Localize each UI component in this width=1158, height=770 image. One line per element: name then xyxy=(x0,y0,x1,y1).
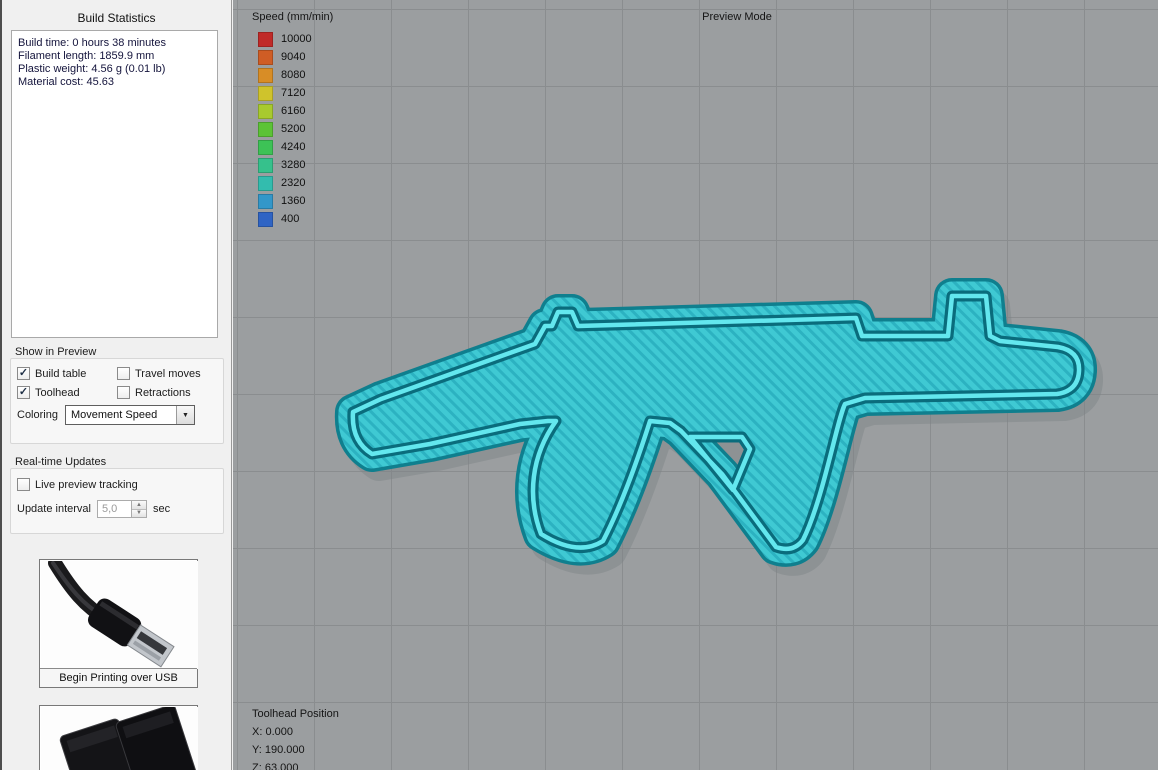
legend-value: 5200 xyxy=(281,123,306,135)
usb-cable-image xyxy=(41,561,198,669)
toolhead-x: X: 0.000 xyxy=(252,726,293,738)
legend-row: 4240 xyxy=(258,138,312,156)
legend-value: 10000 xyxy=(281,33,312,45)
printed-model-ak47-cookie-cutter xyxy=(334,278,1103,576)
legend-color-swatch xyxy=(258,157,273,173)
toolhead-z: Z: 63.000 xyxy=(252,762,299,770)
checkbox-label: Live preview tracking xyxy=(35,478,138,491)
legend-value: 4240 xyxy=(281,141,306,153)
stat-line: Plastic weight: 4.56 g (0.01 lb) xyxy=(18,63,166,75)
speed-legend-rows: 10000 9040 8080 7120 6160 5200 4240 3280 2320 136… xyxy=(258,30,312,228)
legend-color-swatch xyxy=(258,139,273,155)
legend-value: 6160 xyxy=(281,105,306,117)
update-interval-row: Update interval 5,0 ▲ ▼ sec xyxy=(17,500,219,518)
legend-row: 10000 xyxy=(258,30,312,48)
preview-checkbox-grid: Build table Travel moves Toolhead Retractio… xyxy=(17,367,219,399)
legend-row: 1360 xyxy=(258,192,312,210)
realtime-updates-group: Live preview tracking Update interval 5,… xyxy=(10,468,224,534)
preview-mode-label: Preview Mode xyxy=(702,11,772,23)
legend-row: 9040 xyxy=(258,48,312,66)
stat-line: Material cost: 45.63 xyxy=(18,76,114,88)
checkbox-box[interactable] xyxy=(117,367,130,380)
3d-preview-viewport[interactable]: Speed (mm/min) Preview Mode 10000 9040 808… xyxy=(233,0,1158,770)
usb-button-caption[interactable]: Begin Printing over USB xyxy=(40,668,197,687)
coloring-dropdown-value: Movement Speed xyxy=(70,409,158,421)
checkbox-label: Retractions xyxy=(135,386,191,399)
coloring-dropdown[interactable]: Movement Speed ▼ xyxy=(64,405,195,425)
legend-color-swatch xyxy=(258,31,273,47)
spinner-up-icon[interactable]: ▲ xyxy=(132,501,146,510)
app-window: Build Statistics Build time: 0 hours 38 … xyxy=(0,0,1158,770)
checkbox-travel-moves[interactable]: Travel moves xyxy=(117,367,219,380)
legend-value: 1360 xyxy=(281,195,306,207)
checkbox-box[interactable] xyxy=(17,367,30,380)
legend-color-swatch xyxy=(258,121,273,137)
checkbox-label: Toolhead xyxy=(35,386,80,399)
show-in-preview-group: Build table Travel moves Toolhead Retractio… xyxy=(10,358,224,444)
update-interval-spinner[interactable]: 5,0 ▲ ▼ xyxy=(97,500,147,518)
spinner-down-icon[interactable]: ▼ xyxy=(132,509,146,517)
legend-row: 400 xyxy=(258,210,312,228)
legend-row: 5200 xyxy=(258,120,312,138)
toolhead-position-title: Toolhead Position xyxy=(252,708,339,720)
checkbox-box[interactable] xyxy=(17,478,30,491)
build-stats-box: Build time: 0 hours 38 minutes Filament l… xyxy=(11,30,218,338)
legend-row: 3280 xyxy=(258,156,312,174)
checkbox-label: Build table xyxy=(35,367,87,380)
legend-value: 3280 xyxy=(281,159,306,171)
coloring-row: Coloring Movement Speed ▼ xyxy=(17,405,219,425)
checkbox-box[interactable] xyxy=(117,386,130,399)
checkbox-live-preview-tracking[interactable]: Live preview tracking xyxy=(17,478,219,491)
live-preview-checkbox-slot: Live preview tracking xyxy=(17,478,219,491)
update-interval-value[interactable]: 5,0 xyxy=(98,501,131,517)
legend-color-swatch xyxy=(258,211,273,227)
sd-cards-image xyxy=(41,707,198,770)
spinner-buttons: ▲ ▼ xyxy=(131,501,146,517)
update-interval-unit: sec xyxy=(153,503,171,515)
legend-value: 7120 xyxy=(281,87,306,99)
legend-row: 2320 xyxy=(258,174,312,192)
legend-row: 7120 xyxy=(258,84,312,102)
legend-value: 8080 xyxy=(281,69,306,81)
toolhead-position-readout: Toolhead Position X: 0.000 Y: 190.000 Z:… xyxy=(252,705,339,770)
update-interval-label: Update interval xyxy=(17,503,91,515)
realtime-updates-title: Real-time Updates xyxy=(15,456,107,468)
checkbox-toolhead[interactable]: Toolhead xyxy=(17,386,111,399)
legend-color-swatch xyxy=(258,85,273,101)
checkbox-box[interactable] xyxy=(17,386,30,399)
begin-printing-usb-button[interactable]: Begin Printing over USB xyxy=(39,559,198,688)
toolhead-y: Y: 190.000 xyxy=(252,744,305,756)
show-in-preview-title: Show in Preview xyxy=(15,346,97,358)
legend-color-swatch xyxy=(258,193,273,209)
legend-color-swatch xyxy=(258,67,273,83)
chevron-down-icon[interactable]: ▼ xyxy=(175,406,194,424)
checkbox-build-table[interactable]: Build table xyxy=(17,367,111,380)
legend-color-swatch xyxy=(258,49,273,65)
legend-color-swatch xyxy=(258,103,273,119)
legend-color-swatch xyxy=(258,175,273,191)
legend-value: 400 xyxy=(281,213,300,225)
checkbox-label: Travel moves xyxy=(135,367,201,380)
begin-printing-sd-button[interactable] xyxy=(39,705,198,770)
legend-row: 8080 xyxy=(258,66,312,84)
stat-line: Filament length: 1859.9 mm xyxy=(18,50,155,62)
legend-value: 9040 xyxy=(281,51,306,63)
legend-row: 6160 xyxy=(258,102,312,120)
sidebar-panel: Build Statistics Build time: 0 hours 38 … xyxy=(2,0,232,770)
legend-value: 2320 xyxy=(281,177,306,189)
coloring-label: Coloring xyxy=(17,409,58,421)
stat-line: Build time: 0 hours 38 minutes xyxy=(18,37,166,49)
checkbox-retractions[interactable]: Retractions xyxy=(117,386,219,399)
build-statistics-title: Build Statistics xyxy=(77,11,156,25)
speed-legend-title: Speed (mm/min) xyxy=(252,11,334,23)
